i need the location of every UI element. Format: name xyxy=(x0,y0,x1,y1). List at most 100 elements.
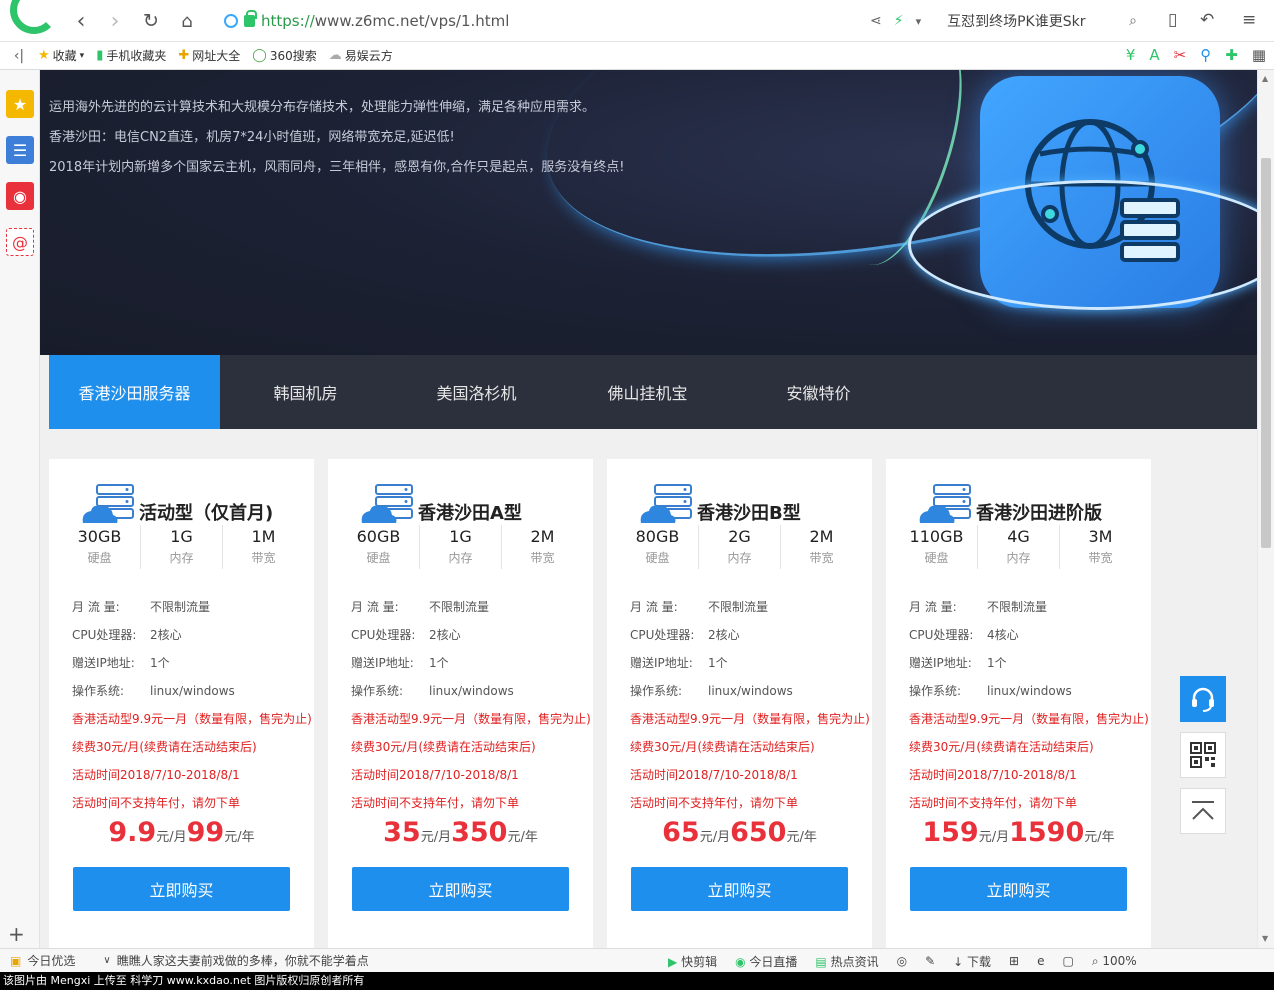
quick-edit-link[interactable]: ▶ 快剪辑 xyxy=(668,953,717,970)
zoom-control[interactable]: ⌕ 100% xyxy=(1092,954,1137,969)
live-link[interactable]: ◉ 今日直播 xyxy=(735,953,797,970)
ie-icon[interactable]: e xyxy=(1037,954,1044,968)
mail-icon[interactable]: @ xyxy=(6,228,34,256)
accelerate-icon[interactable]: ◎ xyxy=(897,954,907,968)
translate-icon[interactable]: ⊞ xyxy=(1009,954,1019,968)
game-icon[interactable]: ✚ xyxy=(1225,46,1238,64)
back-to-top-button[interactable] xyxy=(1180,788,1226,834)
extension-tray: ¥ A ✂ ⚲ ✚ ▦ xyxy=(1126,46,1266,64)
feature-ip: 1个 xyxy=(150,656,170,670)
qr-code-icon xyxy=(1190,742,1216,768)
scrollbar-thumb[interactable] xyxy=(1261,158,1271,548)
cloud-server-icon xyxy=(640,484,692,523)
download-link[interactable]: ↓ 下载 xyxy=(953,953,991,970)
feature-cpu: 4核心 xyxy=(987,628,1019,642)
customer-service-button[interactable] xyxy=(1180,676,1226,722)
plan-specs: 110GB 硬盘 4G 内存 3M 带宽 xyxy=(896,525,1141,569)
share-icon[interactable]: ⋖ xyxy=(870,13,882,29)
pin-icon[interactable]: ✎ xyxy=(925,954,935,968)
scroll-up-icon[interactable]: ▲ xyxy=(1262,74,1268,83)
ssl-lock-icon[interactable] xyxy=(244,10,257,27)
reader-icon[interactable]: ☰ xyxy=(6,136,34,164)
banner-glow-decoration xyxy=(908,180,1257,310)
feature-os: linux/windows xyxy=(429,684,514,698)
buy-now-button[interactable]: 立即购买 xyxy=(73,867,290,911)
region-tabs: 香港沙田服务器 韩国机房 美国洛杉机 佛山挂机宝 安徽特价 xyxy=(49,355,1257,429)
url-path: /vps/1.html xyxy=(424,12,510,30)
phone-icon[interactable]: ▯ xyxy=(1168,10,1177,30)
price-month: 35 xyxy=(383,817,421,848)
news-ticker-link[interactable]: 互怼到终场PK谁更Skr xyxy=(947,11,1117,31)
plan-specs: 30GB 硬盘 1G 内存 1M 带宽 xyxy=(59,525,304,569)
spec-disk: 30GB xyxy=(77,527,122,546)
fav-mobile[interactable]: ▮ 手机收藏夹 xyxy=(96,47,166,64)
price-month: 9.9 xyxy=(108,817,157,848)
tab-foshan[interactable]: 佛山挂机宝 xyxy=(562,355,733,429)
scissors-icon[interactable]: ✂ xyxy=(1174,46,1187,64)
tab-anhui[interactable]: 安徽特价 xyxy=(733,355,904,429)
forward-icon[interactable]: › xyxy=(102,8,128,34)
tab-korea[interactable]: 韩国机房 xyxy=(220,355,391,429)
feature-ip: 1个 xyxy=(708,656,728,670)
fav-sites[interactable]: ✚ 网址大全 xyxy=(178,47,240,64)
chevron-down-icon: ∨ xyxy=(103,955,111,966)
sidebar-toggle-icon[interactable]: ‹| xyxy=(0,48,38,64)
refresh-icon[interactable]: ↻ xyxy=(138,8,164,34)
zoom-icon: ⌕ xyxy=(1091,953,1099,968)
watermark-caption: 该图片由 Mengxi 上传至 科学刀 www.kxdao.net 图片版权归原… xyxy=(0,972,1274,990)
browser-logo-icon[interactable] xyxy=(10,0,58,34)
buy-now-button[interactable]: 立即购买 xyxy=(352,867,569,911)
weibo-icon[interactable]: ◉ xyxy=(6,182,34,210)
translate-icon[interactable]: A xyxy=(1149,46,1159,64)
undo-icon[interactable]: ↶ xyxy=(1200,10,1214,30)
add-icon[interactable]: + xyxy=(8,922,25,946)
chevron-down-icon[interactable]: ▾ xyxy=(916,15,922,28)
magnifier-icon[interactable]: ⚲ xyxy=(1200,46,1211,64)
back-icon[interactable]: ‹ xyxy=(68,8,94,34)
plan-price: 35元/月350元/年 xyxy=(383,817,538,848)
price-year: 350 xyxy=(451,817,508,848)
apps-grid-icon[interactable]: ▦ xyxy=(1252,46,1266,64)
url-field[interactable]: https://www.z6mc.net/vps/1.html xyxy=(224,8,944,34)
vertical-scrollbar[interactable]: ▲ ▼ xyxy=(1257,70,1274,948)
plan-price: 9.9元/月99元/年 xyxy=(108,817,255,848)
fav-collect[interactable]: ★ 收藏 ▾ xyxy=(38,47,84,64)
spec-disk: 60GB xyxy=(356,527,401,546)
scroll-down-icon[interactable]: ▼ xyxy=(1262,934,1268,943)
menu-icon[interactable]: ≡ xyxy=(1242,10,1256,30)
feature-cpu: 2核心 xyxy=(708,628,740,642)
buy-now-button[interactable]: 立即购买 xyxy=(910,867,1127,911)
fav-360search[interactable]: ◯ 360搜索 xyxy=(252,47,316,64)
chevron-down-icon: ▾ xyxy=(79,50,85,61)
feature-cpu: 2核心 xyxy=(429,628,461,642)
news-icon: ▤ xyxy=(815,954,827,969)
hot-news-link[interactable]: ▤ 热点资讯 xyxy=(815,953,878,970)
wallet-icon[interactable]: ¥ xyxy=(1126,46,1136,64)
speed-mode-icon[interactable]: ⚡ xyxy=(894,13,904,29)
fav-yiyu[interactable]: ☁ 易娱云方 xyxy=(329,47,393,64)
today-pick-link[interactable]: ▣ 今日优选 xyxy=(10,952,75,969)
feature-ip: 1个 xyxy=(987,656,1007,670)
address-toolbar: ‹ › ↻ ⌂ https://www.z6mc.net/vps/1.html … xyxy=(0,0,1274,42)
status-bar: ▣ 今日优选 ∨ 瞧瞧人家这夫妻前戏做的多棒，你就不能学着点 ▶ 快剪辑 ◉ 今日直… xyxy=(0,948,1274,972)
favorites-star-icon[interactable]: ★ xyxy=(6,90,34,118)
plan-features: 月 流 量: 不限制流量 CPU处理器: 2核心 赠送IP地址: 1个 操作系统: li… xyxy=(351,593,591,817)
plan-card: 香港沙田B型 80GB 硬盘 2G 内存 2M 带宽 月 流 量: 不限制流量 CPU处… xyxy=(607,459,872,948)
home-icon[interactable]: ⌂ xyxy=(174,8,200,34)
spec-disk: 80GB xyxy=(635,527,680,546)
cloud-icon: ☁ xyxy=(328,48,342,63)
headline-link[interactable]: ∨ 瞧瞧人家这夫妻前戏做的多棒，你就不能学着点 xyxy=(103,952,368,969)
promo-note: 活动时间不支持年付，请勿下单 xyxy=(72,796,241,810)
promo-note: 活动时间不支持年付，请勿下单 xyxy=(351,796,520,810)
search-icon[interactable]: ⌕ xyxy=(1129,13,1137,29)
tab-hk-shatin[interactable]: 香港沙田服务器 xyxy=(49,355,220,429)
qr-code-button[interactable] xyxy=(1180,732,1226,778)
window-icon[interactable]: ▢ xyxy=(1063,954,1074,968)
promo-note: 活动时间2018/7/10-2018/8/1 xyxy=(909,768,1077,782)
feature-os: linux/windows xyxy=(150,684,235,698)
tab-us-la[interactable]: 美国洛杉机 xyxy=(391,355,562,429)
buy-now-button[interactable]: 立即购买 xyxy=(631,867,848,911)
address-right-tools: ⋖ ⚡ ▾ 互怼到终场PK谁更Skr ⌕ xyxy=(870,8,1137,34)
security-shield-icon[interactable] xyxy=(224,14,238,28)
promo-note: 续费30元/月(续费请在活动结束后) xyxy=(909,740,1094,754)
